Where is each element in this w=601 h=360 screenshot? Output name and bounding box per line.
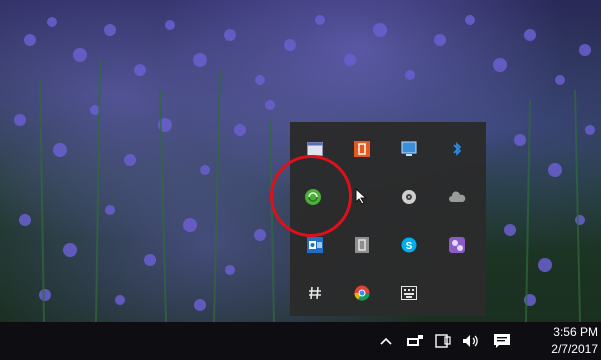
settings-icon[interactable] bbox=[448, 236, 466, 254]
office-icon[interactable] bbox=[353, 140, 371, 158]
action-center-icon[interactable] bbox=[490, 330, 514, 352]
clock-date: 2/7/2017 bbox=[551, 342, 598, 356]
volume-icon[interactable] bbox=[460, 330, 482, 352]
chrome-icon[interactable] bbox=[353, 284, 371, 302]
outlook-icon[interactable] bbox=[306, 236, 324, 254]
document-icon[interactable] bbox=[353, 236, 371, 254]
hash-icon[interactable] bbox=[306, 284, 324, 302]
network-icon[interactable] bbox=[404, 330, 426, 352]
keyboard-icon[interactable] bbox=[400, 284, 418, 302]
tablet-icon[interactable] bbox=[432, 330, 454, 352]
bluetooth-icon[interactable] bbox=[448, 140, 466, 158]
taskbar-clock[interactable]: 3:56 PM 2/7/2017 bbox=[524, 324, 598, 358]
skype-icon[interactable]: S bbox=[400, 236, 418, 254]
chevron-up-icon[interactable] bbox=[376, 330, 396, 352]
cloud-icon[interactable] bbox=[448, 188, 466, 206]
svg-text:S: S bbox=[406, 241, 413, 252]
monitor-icon[interactable] bbox=[400, 140, 418, 158]
clock-time: 3:56 PM bbox=[553, 325, 598, 339]
cursor-icon[interactable] bbox=[353, 188, 371, 206]
highlight-ring-annotation bbox=[270, 155, 352, 237]
disc-icon[interactable] bbox=[400, 188, 418, 206]
